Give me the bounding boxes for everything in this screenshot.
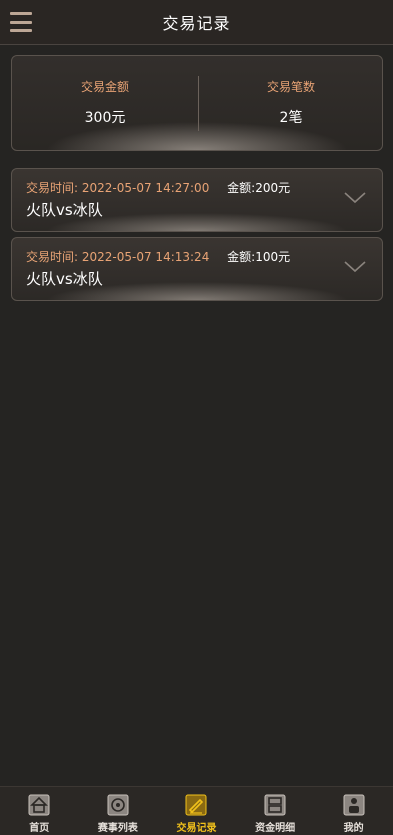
record-item[interactable]: 交易时间: 2022-05-07 14:27:00 金额:200元 火队vs冰队: [11, 168, 383, 232]
page-title: 交易记录: [162, 14, 231, 33]
tab-events[interactable]: 赛事列表: [79, 787, 158, 835]
tab-label: 交易记录: [176, 823, 217, 834]
record-item[interactable]: 交易时间: 2022-05-07 14:13:24 金额:100元 火队vs冰队: [11, 237, 383, 301]
funds-detail-icon: [264, 794, 286, 816]
hamburger-menu-icon[interactable]: [10, 12, 32, 32]
record-amount: 金额:100元: [227, 250, 291, 264]
record-meta: 交易时间: 2022-05-07 14:27:00 金额:200元: [26, 179, 290, 196]
record-match: 火队vs冰队: [26, 270, 103, 288]
tab-label: 资金明细: [255, 823, 296, 834]
record-time: 2022-05-07 14:13:24: [81, 250, 210, 264]
record-amount: 金额:200元: [227, 181, 291, 195]
trade-count: 交易笔数 2笔: [198, 78, 382, 127]
tab-funds-detail[interactable]: 资金明细: [236, 787, 315, 835]
record-match: 火队vs冰队: [26, 201, 103, 219]
total-amount-label: 交易金额: [80, 80, 129, 94]
home-icon: [28, 794, 50, 816]
record-time: 2022-05-07 14:27:00: [81, 181, 210, 195]
tab-label: 我的: [343, 823, 364, 834]
top-header: 交易记录: [0, 0, 393, 45]
bottom-tab-bar: 首页 赛事列表 交易记录 资金明细 我的: [0, 786, 393, 835]
tab-label: 首页: [29, 823, 50, 834]
tab-label: 赛事列表: [97, 823, 138, 834]
total-amount-value: 300元: [84, 110, 126, 126]
profile-icon: [343, 794, 365, 816]
trade-count-label: 交易笔数: [266, 80, 315, 94]
trade-count-value: 2笔: [279, 110, 303, 126]
summary-card: 交易金额 300元 交易笔数 2笔: [11, 55, 383, 151]
tab-home[interactable]: 首页: [0, 787, 79, 835]
record-time-label: 交易时间:: [26, 181, 79, 195]
record-time-label: 交易时间:: [26, 250, 79, 264]
tab-profile[interactable]: 我的: [314, 787, 393, 835]
events-icon: [107, 794, 129, 816]
trade-record-icon: [185, 794, 207, 816]
tab-trade-record[interactable]: 交易记录: [157, 787, 236, 835]
total-amount: 交易金额 300元: [12, 78, 198, 127]
chevron-down-icon[interactable]: [344, 191, 366, 205]
chevron-down-icon[interactable]: [344, 260, 366, 274]
record-meta: 交易时间: 2022-05-07 14:13:24 金额:100元: [26, 248, 290, 265]
